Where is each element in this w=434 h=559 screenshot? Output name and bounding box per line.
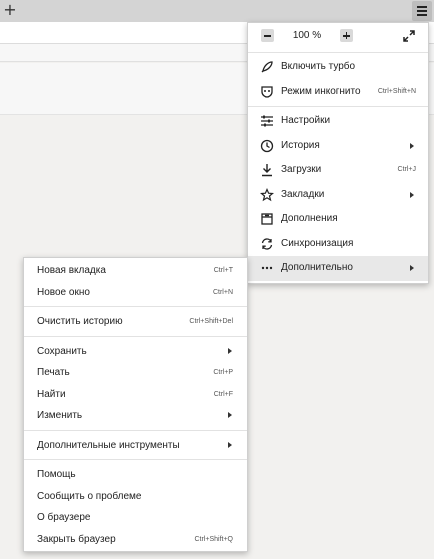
fullscreen-icon[interactable] <box>402 29 416 43</box>
submenu-item-save[interactable]: Сохранить <box>24 341 247 363</box>
submenu-item-label: Сообщить о проблеме <box>37 490 142 502</box>
menu-item-settings[interactable]: Настройки <box>248 109 428 134</box>
more-dots-icon <box>261 266 273 270</box>
submenu-item-label: О браузере <box>37 512 91 523</box>
submenu-item-shortcut: Ctrl+T <box>213 267 233 274</box>
submenu-item-shortcut: Ctrl+Shift+Q <box>194 535 233 543</box>
plus-icon-vertical <box>345 32 348 39</box>
submenu-item-print[interactable]: Печать Ctrl+P <box>24 362 247 384</box>
zoom-level: 100 % <box>292 30 322 41</box>
submenu-item-report-problem[interactable]: Сообщить о проблеме <box>24 486 247 508</box>
submenu-item-label: Найти <box>37 388 66 400</box>
menu-item-more[interactable]: Дополнительно <box>248 256 428 281</box>
submenu-item-shortcut: Ctrl+Shift+Del <box>189 318 233 325</box>
submenu-item-label: Сохранить <box>37 345 87 357</box>
extensions-icon <box>261 213 273 225</box>
menu-item-label: Синхронизация <box>281 237 354 249</box>
menu-item-extensions[interactable]: Дополнения <box>248 207 428 232</box>
menu-item-label: Настройки <box>281 115 331 126</box>
rocket-icon <box>261 61 273 73</box>
menu-item-bookmarks[interactable]: Закладки <box>248 183 428 208</box>
menu-item-shortcut: Ctrl+J <box>397 166 416 173</box>
submenu-item-about[interactable]: О браузере <box>24 507 247 529</box>
menu-item-label: История <box>281 139 320 151</box>
settings-sliders-icon <box>261 115 273 127</box>
incognito-icon <box>261 85 273 98</box>
submenu-item-more-tools[interactable]: Дополнительные инструменты <box>24 435 247 457</box>
clock-icon <box>260 139 274 152</box>
menu-item-turbo[interactable]: Включить турбо <box>248 55 428 80</box>
menu-item-label: Загрузки <box>281 164 322 175</box>
menu-item-label: Дополнительно <box>281 262 353 273</box>
submenu-item-new-window[interactable]: Новое окно Ctrl+N <box>24 282 247 304</box>
zoom-out-button[interactable] <box>261 29 274 42</box>
hamburger-icon-line <box>417 14 427 16</box>
menu-separator <box>24 306 247 307</box>
menu-separator <box>248 106 428 107</box>
menu-item-label: Режим инкогнито <box>281 85 361 97</box>
zoom-in-button[interactable] <box>340 29 353 42</box>
submenu-item-label: Новая вкладка <box>37 265 106 276</box>
hamburger-icon <box>417 6 427 8</box>
submenu-item-help[interactable]: Помощь <box>24 464 247 486</box>
menu-item-downloads[interactable]: Загрузки Ctrl+J <box>248 158 428 183</box>
submenu-item-label: Печать <box>37 367 70 378</box>
submenu-arrow-icon <box>228 347 232 354</box>
submenu-item-close-browser[interactable]: Закрыть браузер Ctrl+Shift+Q <box>24 529 247 551</box>
menu-item-label: Включить турбо <box>281 61 356 72</box>
download-icon <box>262 164 272 177</box>
submenu-item-edit[interactable]: Изменить <box>24 405 247 427</box>
submenu-arrow-icon <box>228 412 232 418</box>
submenu-arrow-icon <box>228 441 232 448</box>
submenu-item-shortcut: Ctrl+N <box>212 288 233 296</box>
star-icon <box>260 187 274 201</box>
menu-separator <box>24 335 247 337</box>
menu-item-label: Закладки <box>281 188 325 200</box>
menu-item-shortcut: Ctrl+Shift+N <box>377 87 416 95</box>
submenu-arrow-icon <box>410 265 414 271</box>
menu-separator <box>248 52 428 53</box>
tab-bar: + <box>0 0 434 22</box>
menu-separator <box>24 459 247 460</box>
submenu-item-label: Помощь <box>37 469 76 480</box>
more-submenu: Новая вкладка Ctrl+T Новое окно Ctrl+N О… <box>23 257 248 552</box>
menu-item-label: Дополнения <box>281 213 338 224</box>
submenu-item-label: Дополнительные инструменты <box>37 439 180 451</box>
sync-icon <box>261 237 273 250</box>
submenu-item-shortcut: Ctrl+P <box>213 369 233 376</box>
submenu-item-label: Изменить <box>37 410 83 421</box>
zoom-controls: 100 % <box>248 23 428 50</box>
browser-menu-button[interactable] <box>412 1 432 21</box>
submenu-item-find[interactable]: Найти Ctrl+F <box>24 384 247 406</box>
hamburger-icon-line <box>417 10 427 12</box>
submenu-arrow-icon <box>410 142 414 149</box>
new-tab-button[interactable]: + <box>2 1 18 19</box>
menu-item-history[interactable]: История <box>248 134 428 159</box>
submenu-item-label: Закрыть браузер <box>37 533 116 545</box>
browser-main-menu: 100 % Включить турбо Режим инкогнито Ctr… <box>247 22 429 284</box>
submenu-item-new-tab[interactable]: Новая вкладка Ctrl+T <box>24 260 247 282</box>
minus-icon <box>264 35 271 37</box>
menu-separator <box>24 429 247 431</box>
menu-item-sync[interactable]: Синхронизация <box>248 232 428 257</box>
submenu-item-label: Новое окно <box>37 286 90 298</box>
menu-item-incognito[interactable]: Режим инкогнито Ctrl+Shift+N <box>248 80 428 105</box>
submenu-arrow-icon <box>410 191 414 198</box>
submenu-item-label: Очистить историю <box>37 316 123 327</box>
submenu-item-clear-history[interactable]: Очистить историю Ctrl+Shift+Del <box>24 311 247 333</box>
submenu-item-shortcut: Ctrl+F <box>213 390 233 398</box>
